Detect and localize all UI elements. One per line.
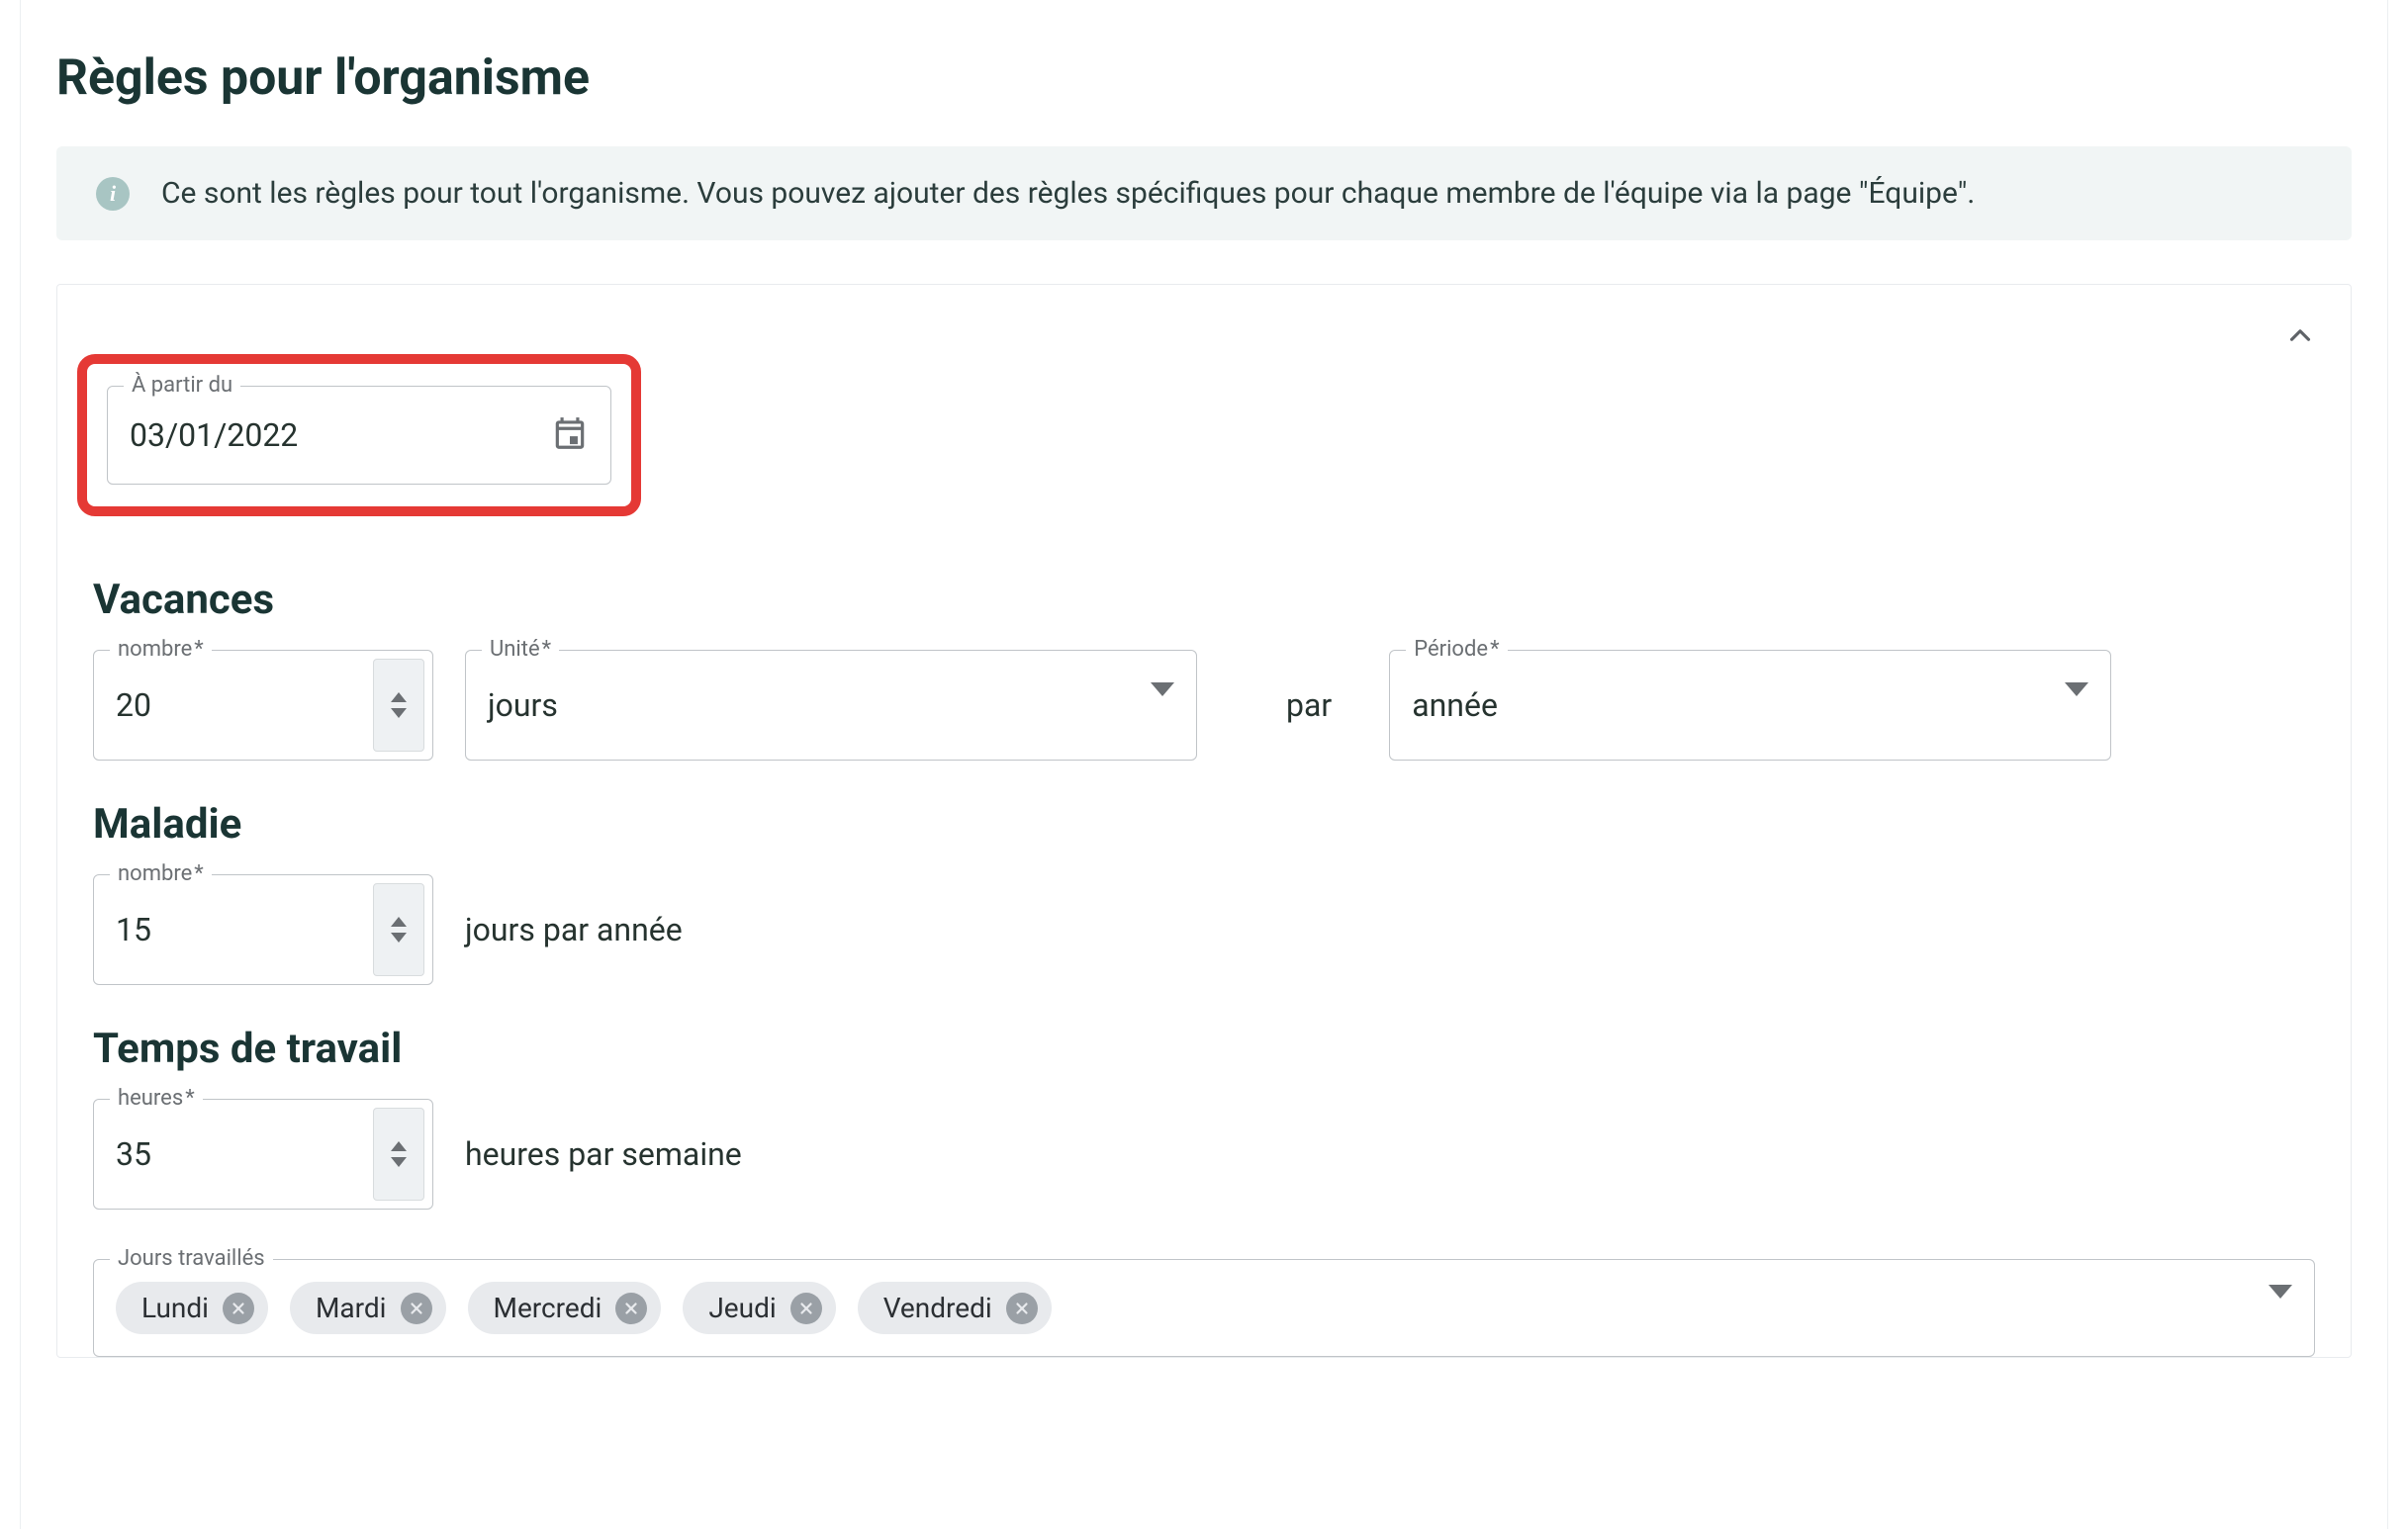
maladie-heading: Maladie [93,800,2315,849]
page-title: Règles pour l'organisme [56,49,2352,107]
travail-heures-stepper[interactable] [373,1108,424,1201]
vacances-unite-value: jours [488,686,1151,724]
calendar-icon[interactable] [551,414,589,456]
chevron-up-icon [2283,337,2317,356]
travail-heures-label: heures [110,1086,203,1111]
day-chip-label: Vendredi [883,1292,992,1324]
travail-heures-value: 35 [116,1135,373,1173]
maladie-suffix-text: jours par année [465,911,683,948]
travail-suffix-text: heures par semaine [465,1135,742,1173]
travail-row: heures 35 heures par semaine [93,1099,2315,1210]
day-chip-label: Mercredi [494,1292,602,1324]
vacances-row: nombre 20 Unité jours par Période année [93,650,2315,761]
vacances-periode-value: année [1412,686,2065,724]
stepper-up-icon [391,692,407,702]
stepper-up-icon [391,917,407,927]
jours-chips-wrap: Lundi Mardi Mercredi Jeudi Vendredi [116,1282,2247,1334]
vacances-par-text: par [1229,686,1357,724]
vacances-nombre-stepper[interactable] [373,659,424,752]
vacances-unite-label: Unité [482,637,559,662]
maladie-nombre-value: 15 [116,911,373,948]
day-chip[interactable]: Mercredi [468,1282,662,1334]
close-icon[interactable] [790,1293,822,1324]
maladie-nombre-label: nombre [110,861,212,886]
start-date-value: 03/01/2022 [130,416,551,454]
vacances-periode-select[interactable]: Période année [1389,650,2111,761]
stepper-down-icon [391,933,407,943]
collapse-button[interactable] [2283,318,2317,356]
dropdown-caret-icon [1151,696,1174,715]
day-chip-label: Jeudi [708,1292,776,1324]
info-banner: i Ce sont les règles pour tout l'organis… [56,146,2352,240]
day-chip-label: Mardi [316,1292,387,1324]
maladie-row: nombre 15 jours par année [93,874,2315,985]
stepper-down-icon [391,1157,407,1167]
day-chip[interactable]: Mardi [290,1282,446,1334]
dropdown-caret-icon [2269,1299,2292,1317]
stepper-down-icon [391,708,407,718]
rules-card: À partir du 03/01/2022 Vacances nombre 2… [56,284,2352,1358]
travail-heures-field[interactable]: heures 35 [93,1099,433,1210]
info-icon: i [96,177,130,211]
start-date-field[interactable]: À partir du 03/01/2022 [107,386,611,485]
day-chip[interactable]: Jeudi [683,1282,835,1334]
close-icon[interactable] [223,1293,254,1324]
travail-heading: Temps de travail [93,1025,2315,1073]
close-icon[interactable] [401,1293,432,1324]
vacances-heading: Vacances [93,576,2315,624]
day-chip[interactable]: Vendredi [858,1282,1052,1334]
stepper-up-icon [391,1141,407,1151]
close-icon[interactable] [615,1293,647,1324]
maladie-nombre-field[interactable]: nombre 15 [93,874,433,985]
day-chip-label: Lundi [141,1292,209,1324]
vacances-nombre-label: nombre [110,637,212,662]
close-icon[interactable] [1006,1293,1038,1324]
day-chip[interactable]: Lundi [116,1282,268,1334]
info-text: Ce sont les règles pour tout l'organisme… [161,176,1975,211]
vacances-nombre-field[interactable]: nombre 20 [93,650,433,761]
jours-travailles-label: Jours travaillés [110,1246,273,1271]
vacances-nombre-value: 20 [116,686,373,724]
jours-travailles-field[interactable]: Jours travaillés LundiMardiMercrediJeudi… [93,1259,2315,1357]
start-date-label: À partir du [124,373,240,398]
vacances-periode-label: Période [1406,637,1507,662]
date-field-highlight: À partir du 03/01/2022 [77,354,641,516]
vacances-unite-select[interactable]: Unité jours [465,650,1197,761]
maladie-nombre-stepper[interactable] [373,883,424,976]
dropdown-caret-icon [2065,696,2088,715]
